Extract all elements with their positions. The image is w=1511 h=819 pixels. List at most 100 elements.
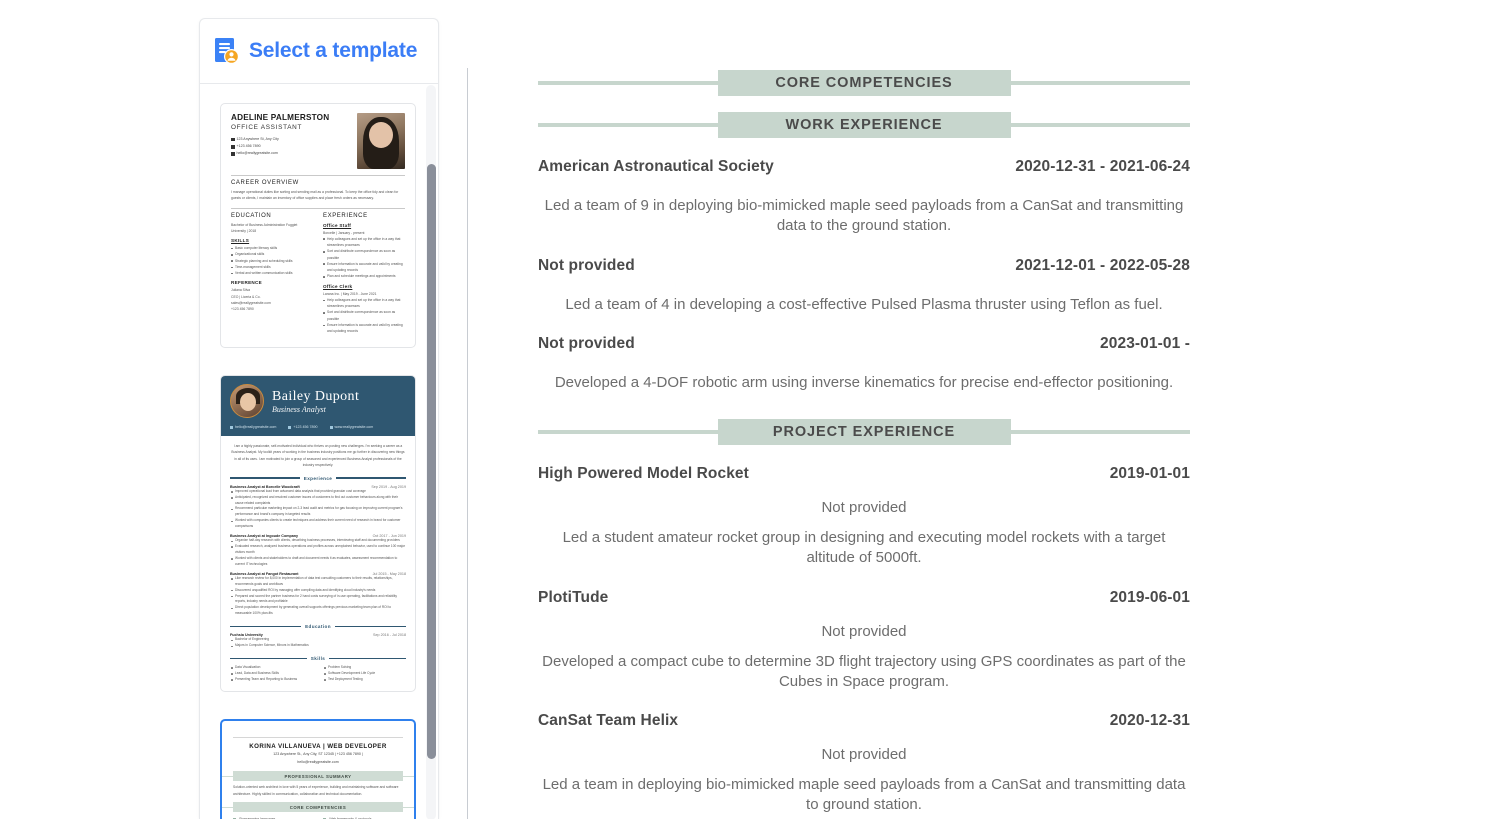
tpl2-name: Bailey Dupont — [272, 388, 360, 404]
tpl1-job-bullet: Sort and distribute correspondence as so… — [323, 309, 405, 322]
tpl2-skill: Presenting Team and Reporting to Busines… — [230, 677, 313, 683]
tpl3-band-summary: PROFESSIONAL SUMMARY — [222, 771, 414, 781]
template-preview-2: Bailey Dupont Business Analyst hello@rea… — [221, 376, 415, 691]
tpl1-education-text: Bachelor of Business Administration Fugg… — [231, 222, 298, 233]
tpl2-section-experience: Experience — [230, 475, 407, 481]
tpl1-role: OFFICE ASSISTANT — [231, 124, 303, 131]
tpl2-section-label: Experience — [303, 475, 333, 481]
project-entry: PlotiTude 2019-06-01 Not provided Develo… — [538, 589, 1190, 693]
section-rule-left — [538, 430, 718, 434]
section-title: WORK EXPERIENCE — [717, 112, 1011, 138]
template-card-1[interactable]: ADELINE PALMERSTON OFFICE ASSISTANT 123 … — [220, 103, 416, 348]
template-card-3[interactable]: KORINA VILLANUEVA | WEB DEVELOPER 123 An… — [220, 718, 416, 819]
work-entry-description: Led a team of 9 in deploying bio-mimicke… — [544, 197, 1184, 235]
section-title: CORE COMPETENCIES — [717, 70, 1011, 96]
work-entry-date: 2020-12-31 - 2021-06-24 — [1015, 158, 1190, 175]
work-entry: Not provided 2021-12-01 - 2022-05-28 Led… — [538, 257, 1190, 315]
tpl1-overview-text: I manage operational duties like sorting… — [231, 190, 399, 201]
project-entry-description: Developed a compact cube to determine 3D… — [542, 652, 1186, 690]
tpl2-bullet: Evaluated research, analyzed business op… — [230, 544, 406, 556]
tpl1-overview-heading: CAREER OVERVIEW — [231, 180, 299, 186]
tpl1-ref: +123 456 7890 — [231, 307, 254, 312]
tpl1-experience-heading: EXPERIENCE — [323, 212, 368, 219]
tpl2-section-label: Skills — [310, 656, 326, 662]
project-entry-subtitle: Not provided — [821, 746, 907, 763]
work-entry: American Astronautical Society 2020-12-3… — [538, 158, 1190, 237]
app-root: Select a template ADELINE PALMERSTON OFF… — [0, 0, 1511, 819]
tpl2-bullet: Anticipated, recognized and resolved cus… — [230, 495, 406, 507]
project-entry-title: High Powered Model Rocket — [538, 465, 749, 482]
divider — [231, 175, 405, 176]
tpl1-contact-2: hello@reallygreatsite.com — [236, 151, 278, 156]
project-entry-subtitle: Not provided — [821, 622, 907, 640]
project-entry-description: Led a team in deploying bio-mimicked map… — [542, 776, 1186, 814]
tpl2-section-education: Education — [230, 624, 406, 629]
work-entry-title: Not provided — [538, 334, 635, 352]
tpl2-avatar — [230, 384, 264, 418]
website-icon — [329, 425, 333, 429]
project-entry-date: 2019-06-01 — [1109, 588, 1190, 606]
project-entry: CanSat Team Helix 2020-12-31 Not provide… — [538, 712, 1190, 816]
tpl2-contact-0: hello@reallygreatsite.com — [235, 425, 277, 429]
tpl2-bullet: Direct population development by generat… — [230, 605, 406, 617]
tpl1-job-bullet: Help colleagues and set up the office in… — [323, 236, 405, 249]
divider — [231, 207, 405, 209]
tpl1-skill: Verbal and written communication skills — [231, 270, 313, 276]
tpl2-summary: I am a highly passionate, self-motivated… — [231, 444, 405, 468]
section-rule-right — [1010, 81, 1190, 85]
template-card-2[interactable]: Bailey Dupont Business Analyst hello@rea… — [220, 375, 416, 692]
tpl2-edu-bullet: Majors in Computer Science, Minors in Ma… — [230, 643, 406, 649]
project-entry-title: CanSat Team Helix — [538, 712, 679, 729]
tpl2-bullet: Prepared and scored the partner business… — [230, 594, 406, 606]
project-entry-date: 2020-12-31 — [1109, 712, 1190, 729]
project-entry: High Powered Model Rocket 2019-01-01 Not… — [538, 465, 1190, 569]
tpl2-section-label: Education — [305, 624, 331, 630]
tpl2-section-skills: Skills — [230, 656, 406, 661]
sidebar-title: Select a template — [249, 39, 418, 62]
template-list[interactable]: ADELINE PALMERSTON OFFICE ASSISTANT 123 … — [200, 85, 438, 819]
tpl1-job-title: Office Staff — [323, 222, 352, 228]
template-preview-3: KORINA VILLANUEVA | WEB DEVELOPER 123 An… — [222, 721, 414, 819]
tpl2-contact-1: +123 456 7890 — [293, 425, 318, 429]
tpl1-job-bullet: Ensure information is accurate and valid… — [323, 322, 405, 335]
tpl3-contact-line-2: hello@reallygreatsite.com — [297, 760, 339, 764]
tpl2-role: Business Analyst — [272, 404, 326, 414]
section-rule-left — [538, 123, 718, 127]
email-icon — [231, 152, 235, 156]
tpl2-bullet: Worked with clients and stakeholders to … — [230, 556, 406, 568]
work-entry-description: Developed a 4-DOF robotic arm using inve… — [554, 373, 1174, 391]
divider — [233, 736, 403, 738]
tpl1-job-title: Office Clerk — [323, 283, 353, 289]
section-rule-right — [1010, 430, 1190, 434]
tpl1-name: ADELINE PALMERSTON — [231, 113, 330, 122]
resume-preview: CORE COMPETENCIES WORK EXPERIENCE Americ… — [468, 0, 1260, 819]
project-entry-description: Led a student amateur rocket group in de… — [562, 529, 1166, 567]
tpl3-summary: Solution-oriented web architect in love … — [233, 785, 399, 796]
project-entry-title: PlotiTude — [538, 588, 609, 606]
work-entry-title: Not provided — [538, 256, 635, 274]
tpl1-education-heading: EDUCATION — [231, 212, 272, 219]
email-icon — [230, 425, 233, 429]
tpl3-band-competencies: CORE COMPETENCIES — [222, 802, 414, 813]
project-entry-date: 2019-01-01 — [1109, 465, 1190, 482]
tpl1-job-bullet: Sort and distribute correspondence as so… — [323, 248, 405, 261]
tpl3-competency: Programming languages — [239, 816, 276, 819]
work-entry-title: American Astronautical Society — [538, 158, 774, 175]
work-entry-date: 2021-12-01 - 2022-05-28 — [1015, 256, 1190, 274]
section-rule-right — [1010, 123, 1190, 127]
tpl2-skill: Test Deployment Testing — [323, 677, 406, 683]
phone-icon — [288, 425, 292, 429]
project-entry-subtitle: Not provided — [821, 499, 907, 516]
tpl3-contact-line-1: 123 Anywhere St., Any City, ST 12345 | +… — [273, 751, 363, 756]
location-icon — [231, 137, 235, 142]
section-title: PROJECT EXPERIENCE — [717, 419, 1011, 445]
template-preview-1: ADELINE PALMERSTON OFFICE ASSISTANT 123 … — [221, 104, 415, 347]
tpl1-job-bullet: Help colleagues and set up the office in… — [323, 297, 405, 310]
tpl1-contact-0: 123 Anywhere St, Any City — [236, 137, 279, 141]
tpl2-bullet: Worked with companies clients to create … — [230, 518, 406, 530]
sidebar-scrollbar-thumb[interactable] — [426, 164, 436, 759]
tpl3-competency: Web frameworks & protocols — [329, 816, 372, 819]
phone-icon — [231, 145, 235, 149]
tpl3-name: KORINA VILLANUEVA | WEB DEVELOPER — [249, 742, 387, 750]
work-entry-date: 2023-01-01 - — [1100, 334, 1190, 352]
